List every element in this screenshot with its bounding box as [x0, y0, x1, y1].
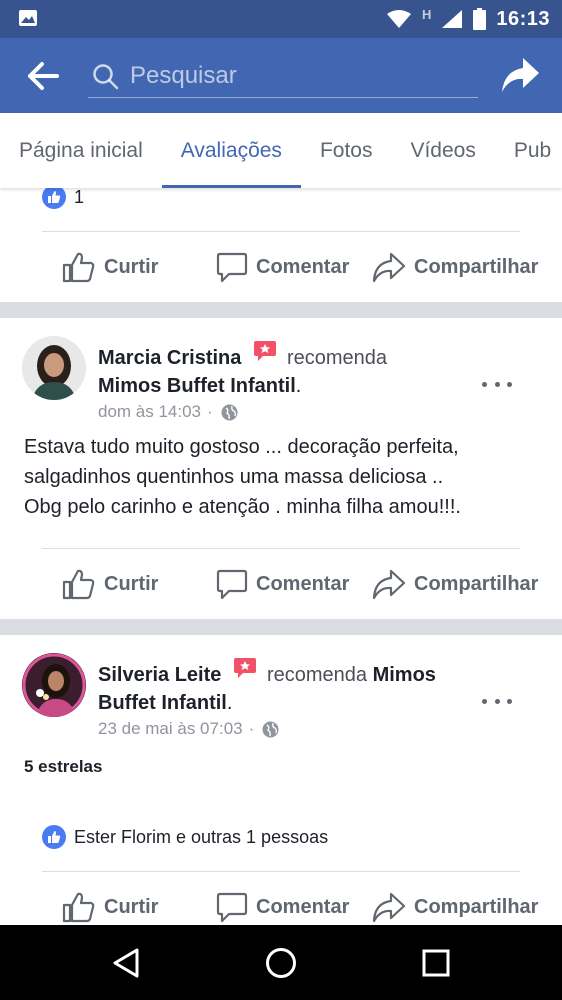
share-icon[interactable] [500, 56, 540, 94]
post-meta: dom às 14:03 · [98, 402, 238, 422]
thumbs-up-icon [62, 892, 95, 923]
comment-icon [216, 892, 248, 923]
review-post: Marcia Cristina recomenda Mimos Buffet I… [0, 318, 562, 619]
share-arrow-icon [372, 569, 406, 600]
like-label: Curtir [104, 572, 159, 595]
reactions-summary[interactable]: 1 [0, 188, 562, 216]
like-label: Curtir [104, 895, 159, 918]
reviews-feed: 1 Curtir Comentar Compartilhar Marcia Cr… [0, 188, 562, 925]
post-header: Silveria Leite recomenda Mimos Buffet In… [0, 651, 562, 738]
comment-button[interactable]: Comentar [216, 251, 372, 283]
status-time: 16:13 [496, 7, 550, 30]
tab-posts[interactable]: Pub [495, 113, 562, 188]
post-text-line: Estava tudo muito gostoso ... decoração … [24, 436, 459, 458]
post-actions: Curtir Comentar Compartilhar [0, 232, 562, 302]
tab-reviews[interactable]: Avaliações [161, 113, 302, 188]
post-time[interactable]: dom às 14:03 [98, 402, 201, 422]
rating-text: 5 estrelas [24, 757, 103, 776]
share-button[interactable]: Compartilhar [372, 251, 538, 283]
post-text-line: Obg pelo carinho e atenção . minha filha… [24, 496, 461, 518]
recommend-verb: recomenda [286, 347, 388, 369]
thumbs-up-icon [62, 252, 95, 283]
page-name-link[interactable]: Mimos [373, 664, 436, 686]
reactions-text: Ester Florim e outras 1 pessoas [74, 826, 329, 847]
network-type-label: H [421, 6, 432, 22]
comment-label: Comentar [256, 255, 350, 278]
share-arrow-icon [372, 252, 406, 283]
page-name-link-cont[interactable]: Buffet Infantil [98, 692, 227, 714]
more-options-icon[interactable] [482, 691, 512, 711]
page-name-link[interactable]: Mimos Buffet Infantil [98, 375, 296, 397]
tab-videos[interactable]: Vídeos [391, 113, 494, 188]
share-button[interactable]: Compartilhar [372, 891, 538, 923]
avatar[interactable] [22, 653, 86, 717]
recommend-verb: recomenda [266, 664, 368, 686]
search-bar[interactable] [88, 56, 478, 98]
recommend-badge-icon [253, 341, 276, 361]
share-label: Compartilhar [414, 895, 539, 918]
nav-back-icon[interactable] [111, 947, 141, 979]
comment-label: Comentar [256, 572, 350, 595]
post-separator [0, 302, 562, 318]
share-button[interactable]: Compartilhar [372, 568, 538, 600]
tab-photos[interactable]: Fotos [301, 113, 392, 188]
search-icon [93, 64, 119, 90]
reaction-count: 1 [74, 188, 85, 207]
thumbs-up-icon [62, 569, 95, 600]
signal-icon [442, 10, 463, 28]
like-reaction-icon [42, 825, 66, 849]
like-label: Curtir [104, 255, 159, 278]
nav-recent-apps-icon[interactable] [422, 949, 450, 977]
gallery-notification-icon [19, 10, 37, 26]
share-label: Compartilhar [414, 255, 539, 278]
post-text-line: salgadinhos quentinhos uma massa delicio… [24, 466, 444, 488]
post-headline: Silveria Leite recomenda Mimos Buffet In… [98, 657, 478, 717]
post-time[interactable]: 23 de mai às 07:03 [98, 719, 243, 739]
comment-label: Comentar [256, 895, 350, 918]
globe-icon [221, 404, 238, 420]
back-arrow-icon[interactable] [26, 60, 60, 92]
post-meta: 23 de mai às 07:03 · [98, 719, 279, 739]
post-text: Estava tudo muito gostoso ... decoração … [0, 414, 562, 536]
system-navigation-bar [0, 925, 562, 1000]
comment-icon [216, 252, 248, 283]
wifi-icon [386, 10, 411, 28]
post-actions: Curtir Comentar Compartilhar [0, 549, 562, 619]
post-actions: Curtir Comentar Compartilhar [0, 872, 562, 925]
globe-icon [262, 721, 279, 737]
comment-icon [216, 569, 248, 600]
post-header: Marcia Cristina recomenda Mimos Buffet I… [0, 334, 562, 421]
like-button[interactable]: Curtir [62, 568, 216, 600]
recommend-badge-icon [233, 658, 256, 678]
reactions-summary[interactable]: Ester Florim e outras 1 pessoas [0, 817, 562, 857]
battery-icon [473, 8, 487, 30]
review-post: Silveria Leite recomenda Mimos Buffet In… [0, 635, 562, 925]
author-name[interactable]: Marcia Cristina [98, 347, 241, 369]
like-button[interactable]: Curtir [62, 251, 216, 283]
page-tabs: Página inicial Avaliações Fotos Vídeos P… [0, 113, 562, 188]
author-name[interactable]: Silveria Leite [98, 664, 221, 686]
search-input[interactable] [130, 58, 470, 94]
post-separator [0, 619, 562, 635]
like-reaction-icon [42, 188, 66, 209]
like-button[interactable]: Curtir [62, 891, 216, 923]
share-label: Compartilhar [414, 572, 539, 595]
avatar[interactable] [22, 336, 86, 400]
post-headline: Marcia Cristina recomenda Mimos Buffet I… [98, 340, 478, 400]
status-bar: H 16:13 [0, 0, 562, 38]
more-options-icon[interactable] [482, 374, 512, 394]
nav-home-icon[interactable] [265, 947, 297, 979]
comment-button[interactable]: Comentar [216, 891, 372, 923]
tab-home[interactable]: Página inicial [0, 113, 162, 188]
app-toolbar [0, 38, 562, 113]
share-arrow-icon [372, 892, 406, 923]
comment-button[interactable]: Comentar [216, 568, 372, 600]
